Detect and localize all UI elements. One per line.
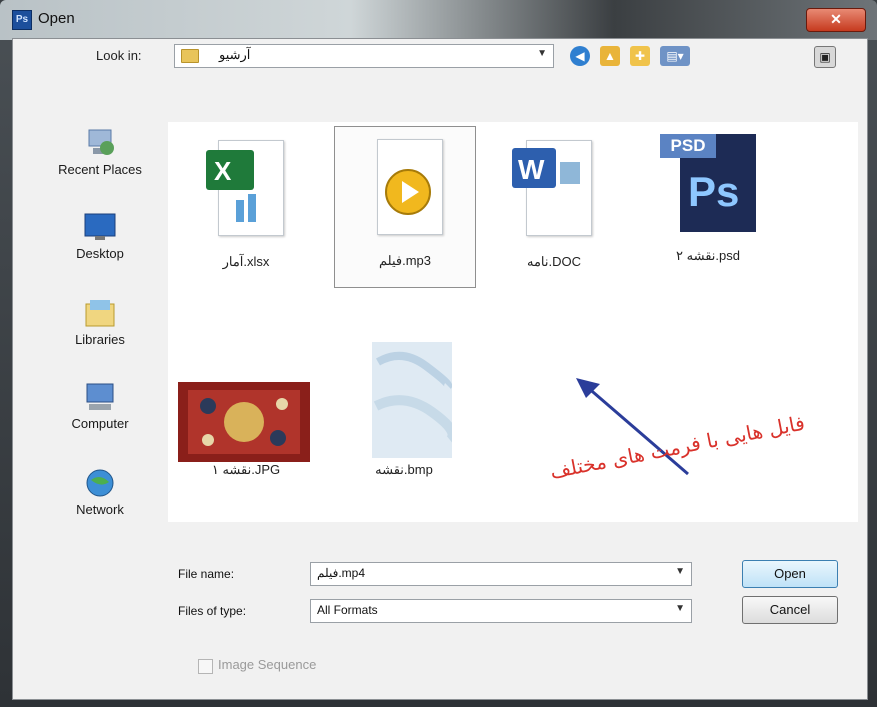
up-folder-icon[interactable]: ▲ (600, 46, 620, 66)
image-sequence-label: Image Sequence (218, 657, 317, 672)
close-button[interactable]: ✕ (806, 8, 866, 32)
place-computer[interactable]: Computer (44, 382, 156, 431)
chevron-down-icon[interactable]: ▼ (675, 603, 685, 614)
file-type-label: Files of type: (178, 604, 247, 618)
place-label: Recent Places (58, 162, 142, 177)
media-file-icon (355, 133, 455, 243)
places-sidebar: Recent Places Desktop Libraries Computer… (44, 128, 156, 548)
file-name-label: File name: (178, 567, 235, 581)
file-type-select[interactable]: All Formats ▼ (310, 599, 692, 623)
file-type-value: All Formats (317, 603, 378, 617)
annotation-callout: فایل هایی با فرمت های مختلف (548, 411, 868, 540)
file-item[interactable]: نقشه ۱.JPG (176, 336, 316, 496)
file-name: آمار.xlsx (222, 254, 270, 269)
back-icon[interactable]: ◀ (570, 46, 590, 66)
look-in-label: Look in: (96, 48, 142, 63)
place-recent-places[interactable]: Recent Places (44, 128, 156, 177)
open-dialog-window: Ps Open ✕ Look in: آرشیو ▼ ◀ ▲ ✚ ▤▾ ▣ Re… (0, 0, 877, 707)
folder-icon (181, 49, 199, 63)
place-desktop[interactable]: Desktop (44, 212, 156, 261)
svg-text:X: X (214, 156, 232, 186)
open-button[interactable]: Open (742, 560, 838, 588)
place-label: Libraries (75, 332, 125, 347)
file-item[interactable]: PSD Ps نقشه ۲.psd (638, 122, 778, 282)
place-libraries[interactable]: Libraries (44, 298, 156, 347)
dialog-title: Open (38, 10, 75, 27)
place-network[interactable]: Network (44, 468, 156, 517)
look-in-value: آرشیو (219, 47, 251, 62)
annotation-text: فایل هایی با فرمت های مختلف (548, 410, 807, 484)
look-in-combo[interactable]: آرشیو ▼ (174, 44, 554, 68)
place-label: Computer (71, 416, 129, 431)
file-name: فیلم.mp3 (379, 253, 431, 268)
svg-text:W: W (518, 154, 545, 185)
file-item[interactable]: W نامه.DOC (484, 128, 624, 288)
chevron-down-icon[interactable]: ▼ (675, 566, 685, 577)
place-label: Network (76, 502, 124, 517)
file-name-input[interactable]: فیلم.mp4 ▼ (310, 562, 692, 586)
cancel-button[interactable]: Cancel (742, 596, 838, 624)
network-icon (83, 468, 117, 498)
file-name: نقشه ۲.psd (676, 248, 740, 263)
file-name: نقشه.bmp (375, 462, 433, 477)
file-item[interactable]: نقشه.bmp (334, 336, 474, 496)
ps-logo: Ps (688, 168, 740, 215)
computer-icon (83, 382, 117, 412)
bmp-file-icon (354, 342, 454, 458)
file-item[interactable]: X آمار.xlsx (176, 128, 316, 288)
jpg-file-icon (178, 342, 310, 462)
chevron-down-icon[interactable]: ▼ (537, 48, 547, 59)
file-item-selected[interactable]: فیلم.mp3 (334, 126, 476, 288)
file-name: نامه.DOC (526, 254, 581, 269)
libraries-icon (83, 298, 117, 328)
photoshop-app-icon: Ps (12, 10, 32, 30)
new-folder-icon[interactable]: ✚ (630, 46, 650, 66)
word-file-icon: W (504, 134, 604, 244)
view-menu-icon[interactable]: ▤▾ (660, 46, 690, 66)
photoshop-file-icon: PSD Ps (658, 128, 758, 238)
place-label: Desktop (76, 246, 124, 261)
psd-badge: PSD (660, 134, 716, 158)
image-sequence-checkbox[interactable] (198, 659, 213, 674)
browse-folder-icon[interactable]: ▣ (814, 46, 836, 68)
excel-file-icon: X (196, 134, 296, 244)
file-name-value: فیلم.mp4 (317, 566, 366, 580)
file-name: نقشه ۱.JPG (211, 462, 281, 477)
recent-places-icon (83, 128, 117, 158)
desktop-icon (83, 212, 117, 242)
title-bar[interactable]: Ps Open ✕ (0, 0, 877, 40)
